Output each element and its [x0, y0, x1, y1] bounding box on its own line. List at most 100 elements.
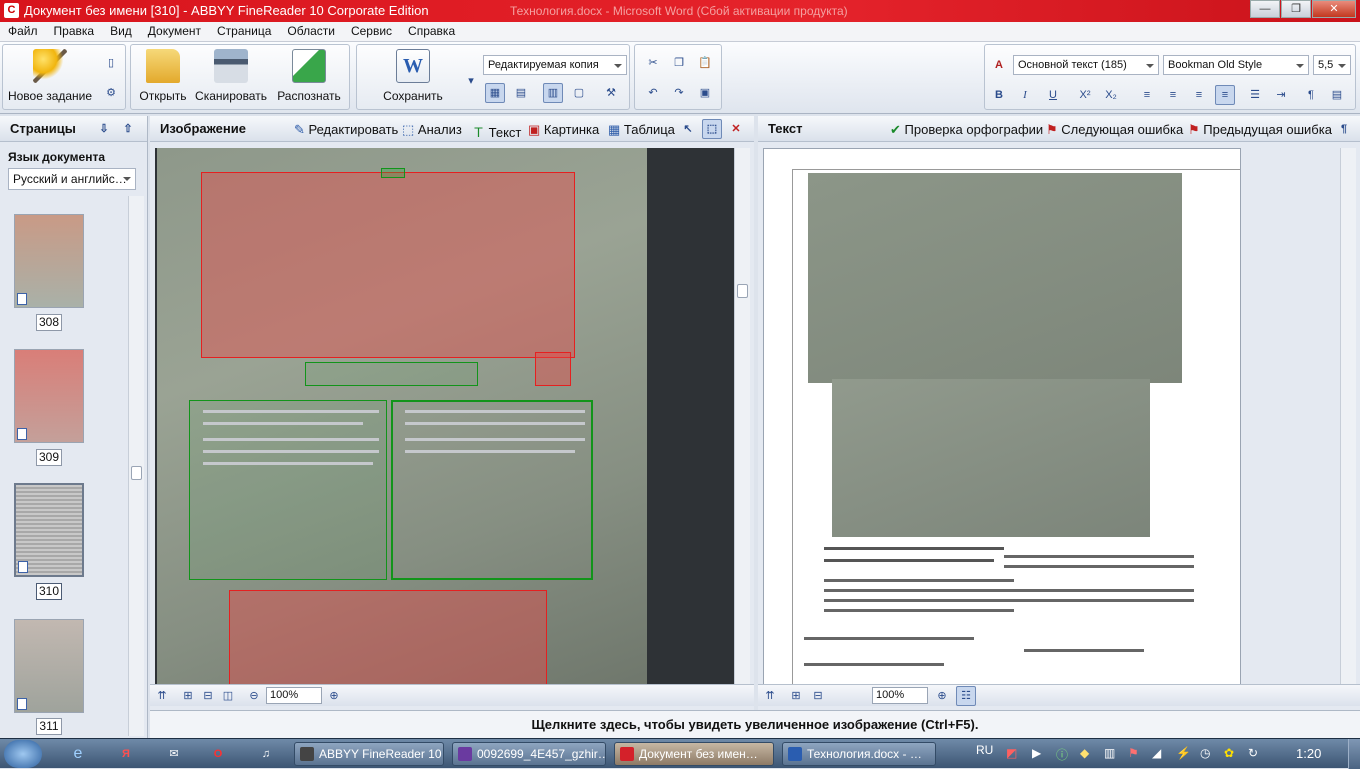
- table-zone-right-column[interactable]: [391, 400, 593, 580]
- tray-network-icon[interactable]: ▥: [1104, 746, 1115, 760]
- menu-page[interactable]: Страница: [209, 22, 279, 41]
- abbyy-app-icon[interactable]: C: [4, 3, 19, 18]
- yandex-icon[interactable]: Я: [116, 744, 136, 764]
- menu-file[interactable]: Файл: [0, 22, 46, 41]
- open-button[interactable]: Открыть: [135, 49, 191, 103]
- tray-info-icon[interactable]: ⓘ: [1056, 746, 1068, 763]
- align-justify-icon[interactable]: ≡: [1215, 85, 1235, 105]
- picture-zone-small[interactable]: [535, 352, 571, 386]
- page-image-view[interactable]: [155, 148, 735, 685]
- bold-icon[interactable]: B: [989, 85, 1009, 105]
- tray-clock-icon[interactable]: ◷: [1200, 746, 1210, 760]
- picture-zone-lower[interactable]: [229, 590, 547, 685]
- maximize-button[interactable]: ❐: [1281, 0, 1311, 18]
- pointer-tool-icon[interactable]: ↖: [678, 119, 698, 139]
- tray-update-icon[interactable]: ↻: [1248, 746, 1258, 760]
- text-zoom-in-icon[interactable]: ⊕: [932, 686, 952, 706]
- superscript-icon[interactable]: X²: [1075, 85, 1095, 105]
- collapse-panel-icon[interactable]: ⇈: [152, 686, 172, 706]
- text-fit-page-icon[interactable]: ⊞: [786, 686, 806, 706]
- table-area-tool[interactable]: ▦ Таблица: [608, 122, 675, 138]
- tray-media-icon[interactable]: ▶: [1032, 746, 1041, 760]
- text-zone-page-number[interactable]: [381, 168, 405, 178]
- zoom-hint-bar[interactable]: Щелкните здесь, чтобы увидеть увеличенно…: [150, 710, 1360, 738]
- align-left-icon[interactable]: ≡: [1137, 85, 1157, 105]
- minimize-button[interactable]: —: [1250, 0, 1280, 18]
- pages-scrollbar[interactable]: [128, 196, 144, 736]
- image-scroll-thumb[interactable]: [737, 284, 748, 298]
- delete-area-icon[interactable]: ✕: [726, 119, 746, 139]
- menu-help[interactable]: Справка: [400, 22, 463, 41]
- text-scrollbar[interactable]: [1340, 148, 1356, 685]
- save-button[interactable]: W Сохранить: [373, 49, 453, 103]
- picture-area-tool[interactable]: ▣ Картинка: [528, 122, 599, 138]
- paragraph-marks-icon[interactable]: ¶: [1301, 85, 1321, 105]
- taskbar-current-document[interactable]: Документ без имен…: [614, 742, 774, 766]
- picture-zone[interactable]: [201, 172, 575, 358]
- save-dropdown-arrow[interactable]: ▾: [461, 71, 481, 91]
- undo-icon[interactable]: ↶: [643, 83, 663, 103]
- zoom-out-icon[interactable]: ⊖: [244, 686, 264, 706]
- scan-small-icon[interactable]: ▯: [101, 53, 121, 73]
- save-format-select[interactable]: Редактируемая копия: [483, 55, 627, 75]
- paste-icon[interactable]: 📋: [695, 53, 715, 73]
- select-area-icon[interactable]: ⬚: [702, 119, 722, 139]
- tray-app-icon[interactable]: ◩: [1006, 746, 1017, 760]
- recognize-button[interactable]: Распознать: [273, 49, 345, 103]
- italic-icon[interactable]: I: [1015, 85, 1035, 105]
- opera-icon[interactable]: O: [208, 744, 228, 764]
- fit-page-icon[interactable]: ⊞: [178, 686, 198, 706]
- line-spacing-icon[interactable]: ☰: [1245, 85, 1265, 105]
- menu-view[interactable]: Вид: [102, 22, 140, 41]
- menu-service[interactable]: Сервис: [343, 22, 400, 41]
- page-thumbnail-308[interactable]: [14, 214, 84, 308]
- show-desktop-button[interactable]: [1348, 739, 1360, 769]
- subscript-icon[interactable]: X₂: [1101, 85, 1121, 105]
- spell-check-button[interactable]: ✔ Проверка орфографии: [890, 122, 1043, 138]
- editable-copy-icon[interactable]: ▥: [543, 83, 563, 103]
- paragraph-marks-toggle-icon[interactable]: ¶: [1334, 119, 1354, 139]
- recognized-text-view[interactable]: [763, 148, 1241, 685]
- collapse-text-panel-icon[interactable]: ⇈: [760, 686, 780, 706]
- tray-volume-icon[interactable]: ◢: [1152, 746, 1161, 760]
- align-right-icon[interactable]: ≡: [1189, 85, 1209, 105]
- image-zoom-select[interactable]: 100%: [266, 687, 322, 704]
- indent-icon[interactable]: ⇥: [1271, 85, 1291, 105]
- styles-icon[interactable]: A: [989, 55, 1009, 75]
- scanner-settings-icon[interactable]: ⚙: [101, 83, 121, 103]
- text-color-icon[interactable]: ▤: [1327, 85, 1347, 105]
- options-wrench-icon[interactable]: ⚒: [601, 83, 621, 103]
- tray-power-icon[interactable]: ⚡: [1176, 746, 1191, 760]
- font-select[interactable]: Bookman Old Style: [1163, 55, 1309, 75]
- tray-flag-icon[interactable]: ⚑: [1128, 746, 1139, 760]
- text-zoom-select[interactable]: 100%: [872, 687, 928, 704]
- taskbar-abbyy[interactable]: ABBYY FineReader 10: [294, 742, 444, 766]
- taskbar-clock[interactable]: 1:20: [1296, 746, 1321, 761]
- menu-document[interactable]: Документ: [140, 22, 209, 41]
- select-all-icon[interactable]: ▣: [695, 83, 715, 103]
- pages-export-icon[interactable]: ⇧: [118, 119, 138, 139]
- page-thumbnail-310[interactable]: [14, 483, 84, 577]
- page-thumbnail-309[interactable]: [14, 349, 84, 443]
- actual-size-icon[interactable]: ◫: [218, 686, 238, 706]
- taskbar-image-file[interactable]: 0092699_4E457_gzhir…: [452, 742, 606, 766]
- pages-scroll-thumb[interactable]: [131, 466, 142, 480]
- next-error-button[interactable]: ⚑ Следующая ошибка: [1046, 122, 1183, 138]
- previous-error-button[interactable]: ⚑ Предыдущая ошибка: [1188, 122, 1332, 138]
- copy-icon[interactable]: ❐: [669, 53, 689, 73]
- text-fit-width-icon[interactable]: ⊟: [808, 686, 828, 706]
- new-task-button[interactable]: Новое задание: [7, 49, 93, 103]
- page-thumbnail-311[interactable]: [14, 619, 84, 713]
- pages-import-icon[interactable]: ⇩: [94, 119, 114, 139]
- cut-icon[interactable]: ✂: [643, 53, 663, 73]
- plain-text-icon[interactable]: ▤: [511, 83, 531, 103]
- ie-icon[interactable]: e: [68, 744, 88, 764]
- text-zone-caption[interactable]: [305, 362, 478, 386]
- align-center-icon[interactable]: ≡: [1163, 85, 1183, 105]
- close-button[interactable]: ✕: [1312, 0, 1356, 18]
- font-size-select[interactable]: 5,5: [1313, 55, 1351, 75]
- underline-icon[interactable]: U: [1043, 85, 1063, 105]
- edit-image-tool[interactable]: ✎ Редактировать: [294, 122, 398, 138]
- compare-view-icon[interactable]: ☷: [956, 686, 976, 706]
- tray-sun-icon[interactable]: ✿: [1224, 746, 1234, 760]
